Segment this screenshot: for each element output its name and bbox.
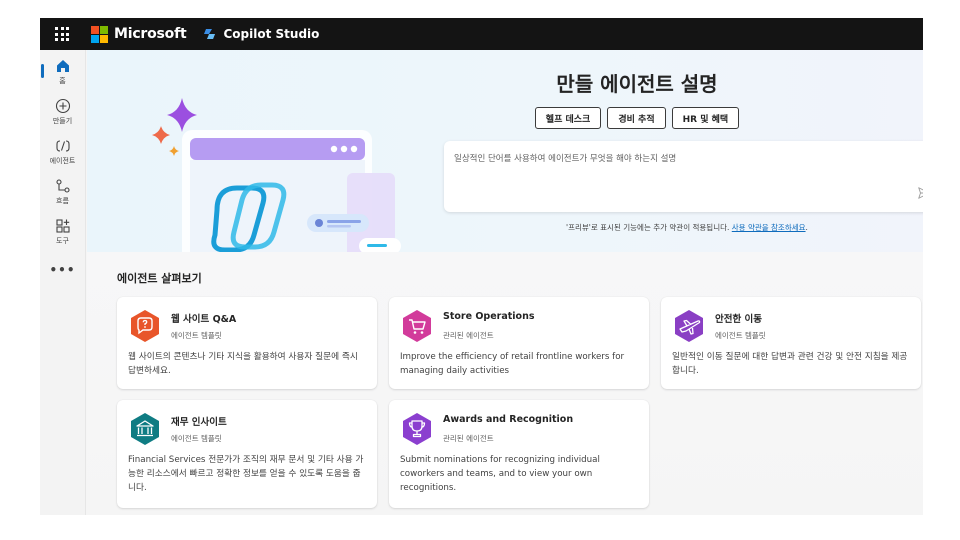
card-title: 재무 인사이트 [171,417,227,428]
nav-label: 홈 [59,77,66,85]
more-options-icon[interactable]: ••• [40,263,85,277]
card-description: Submit nominations for recognizing indiv… [400,455,600,493]
card-title: Awards and Recognition [443,414,574,425]
card-title: 웹 사이트 Q&A [171,314,237,325]
app-window: Microsoft Copilot Studio 홈 만들기 에이전트 흐름 도… [40,18,923,515]
airplane-icon [675,310,703,342]
microsoft-logo-icon [91,25,108,43]
bank-icon [131,413,159,445]
chip-expense-tracking[interactable]: 경비 추적 [607,107,666,129]
agent-card-website-qa[interactable]: 웹 사이트 Q&A 에이전트 템플릿 웹 사이트의 콘텐츠나 기타 지식을 활용… [117,297,377,389]
flow-icon [55,179,70,193]
section-title: 에이전트 살펴보기 [117,272,202,285]
terms-notice: '프리뷰'로 표시된 기능에는 추가 약관이 적용됩니다. 사용 약관을 참조하… [427,222,923,233]
terms-text: '프리뷰'로 표시된 기능에는 추가 약관이 적용됩니다. [566,223,732,232]
chat-question-icon [131,310,159,342]
terms-period: . [805,223,808,232]
nav-item-tools[interactable]: 도구 [40,218,85,246]
chip-help-desk[interactable]: 헬프 데스크 [534,107,602,129]
microsoft-brand[interactable]: Microsoft [114,26,187,42]
send-icon[interactable] [917,186,923,200]
trophy-icon [403,413,431,445]
chip-hr-benefits[interactable]: HR 및 혜택 [671,107,740,129]
home-icon [56,60,69,72]
app-launcher-icon[interactable] [55,27,69,41]
card-description: Financial Services 전문가가 조직의 재무 문서 및 기타 사… [128,455,364,493]
agent-icon [55,140,70,152]
product-name[interactable]: Copilot Studio [224,27,320,41]
nav-label: 도구 [56,237,69,245]
card-subtitle: 관리된 에이전트 [443,331,494,340]
agent-card-store-operations[interactable]: Store Operations 관리된 에이전트 Improve the ef… [389,297,649,389]
suggestion-chips: 헬프 데스크 경비 추적 HR 및 혜택 [427,107,847,129]
explore-section: 에이전트 살펴보기 웹 사이트 Q&A 에이전트 템플릿 웹 사이트의 콘텐츠나… [87,252,923,515]
nav-item-flows[interactable]: 흐름 [40,178,85,206]
cart-icon [403,310,431,342]
card-title: Store Operations [443,311,535,322]
page-title: 만들 에이전트 설명 [556,72,718,96]
agent-card-safe-travel[interactable]: 안전한 이동 에이전트 템플릿 일반적인 이동 질문에 대한 답변과 관련 건강… [661,297,921,389]
hero-section: 만들 에이전트 설명 헬프 데스크 경비 추적 HR 및 혜택 '프리뷰'로 표… [87,50,923,252]
nav-label: 에이전트 [49,157,76,165]
nav-item-agents[interactable]: 에이전트 [40,138,85,166]
nav-item-create[interactable]: 만들기 [40,98,85,126]
card-description: 웹 사이트의 콘텐츠나 기타 지식을 활용하여 사용자 질문에 즉시 답변하세요… [128,352,358,376]
nav-item-home[interactable]: 홈 [40,58,85,86]
agent-card-financial-insights[interactable]: 재무 인사이트 에이전트 템플릿 Financial Services 전문가가… [117,400,377,508]
card-subtitle: 에이전트 템플릿 [715,331,766,340]
card-title: 안전한 이동 [715,314,763,325]
copilot-illustration-icon [152,98,401,252]
plus-circle-icon [55,98,70,114]
agent-card-awards-recognition[interactable]: Awards and Recognition 관리된 에이전트 Submit n… [389,400,649,508]
nav-label: 흐름 [56,197,69,205]
copilot-studio-logo-icon [203,29,215,39]
agent-description-input[interactable] [454,149,894,169]
nav-label: 만들기 [52,117,73,125]
card-description: 일반적인 이동 질문에 대한 답변과 관련 건강 및 안전 지침을 제공합니다. [672,352,908,376]
left-nav: 홈 만들기 에이전트 흐름 도구 ••• [40,50,86,515]
card-subtitle: 에이전트 템플릿 [171,331,222,340]
card-subtitle: 관리된 에이전트 [443,434,494,443]
card-subtitle: 에이전트 템플릿 [171,434,222,443]
terms-link[interactable]: 사용 약관을 참조하세요 [732,223,806,232]
top-bar: Microsoft Copilot Studio [40,18,923,50]
prompt-box [444,141,923,212]
tools-icon [55,219,70,233]
card-description: Improve the efficiency of retail frontli… [400,352,625,376]
